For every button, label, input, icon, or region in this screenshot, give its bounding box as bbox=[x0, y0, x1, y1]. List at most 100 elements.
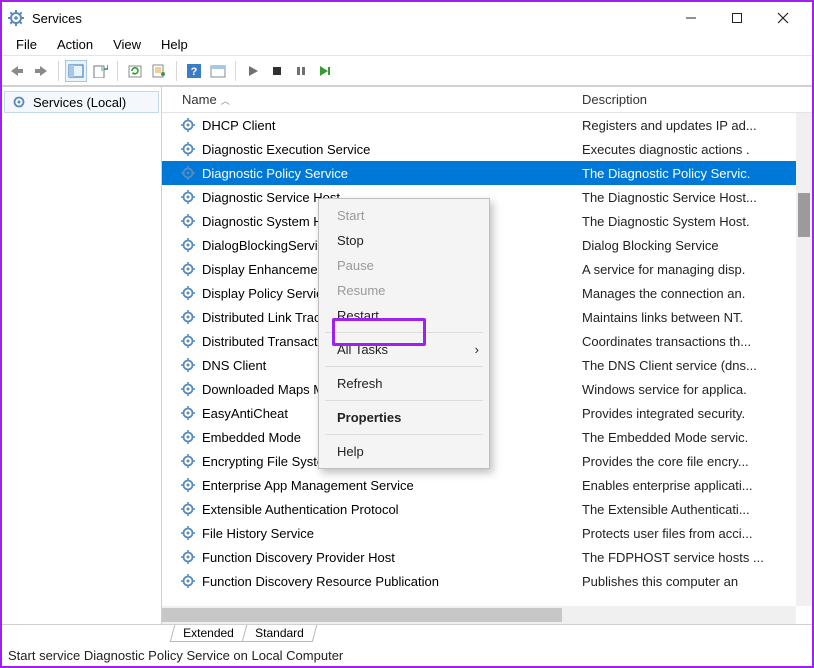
view-tabs: Extended Standard bbox=[2, 624, 812, 646]
separator-icon bbox=[117, 61, 118, 81]
horizontal-scrollbar[interactable] bbox=[162, 606, 796, 624]
minimize-button[interactable] bbox=[668, 3, 714, 33]
service-name: Enterprise App Management Service bbox=[202, 478, 414, 493]
service-name: Extensible Authentication Protocol bbox=[202, 502, 399, 517]
separator-icon bbox=[235, 61, 236, 81]
gear-icon bbox=[180, 213, 196, 229]
service-name: Embedded Mode bbox=[202, 430, 301, 445]
service-description: Registers and updates IP ad... bbox=[576, 118, 812, 133]
context-stop[interactable]: Stop bbox=[319, 228, 489, 253]
service-name: Function Discovery Provider Host bbox=[202, 550, 395, 565]
service-description: Maintains links between NT. bbox=[576, 310, 812, 325]
service-name: DHCP Client bbox=[202, 118, 275, 133]
forward-button[interactable] bbox=[30, 60, 52, 82]
gear-icon bbox=[180, 573, 196, 589]
service-row[interactable]: DHCP Client Registers and updates IP ad..… bbox=[162, 113, 812, 137]
gear-icon bbox=[180, 285, 196, 301]
start-service-button[interactable] bbox=[242, 60, 264, 82]
about-button[interactable] bbox=[207, 60, 229, 82]
gear-icon bbox=[180, 117, 196, 133]
window-controls bbox=[668, 3, 806, 33]
gear-icon bbox=[180, 477, 196, 493]
menubar: File Action View Help bbox=[2, 34, 812, 56]
gear-icon bbox=[180, 165, 196, 181]
app-gear-icon bbox=[8, 10, 24, 26]
service-description: A service for managing disp. bbox=[576, 262, 812, 277]
restart-service-button[interactable] bbox=[314, 60, 336, 82]
service-description: Protects user files from acci... bbox=[576, 526, 812, 541]
statusbar: Start service Diagnostic Policy Service … bbox=[2, 646, 812, 666]
context-help[interactable]: Help bbox=[319, 439, 489, 464]
service-description: Executes diagnostic actions . bbox=[576, 142, 812, 157]
service-name: DialogBlockingService bbox=[202, 238, 331, 253]
stop-service-button[interactable] bbox=[266, 60, 288, 82]
gear-icon bbox=[180, 381, 196, 397]
menu-file[interactable]: File bbox=[6, 35, 47, 54]
toolbar: ? bbox=[2, 56, 812, 86]
tree-item-services-local[interactable]: Services (Local) bbox=[4, 91, 159, 113]
context-menu: Start Stop Pause Resume Restart All Task… bbox=[318, 198, 490, 469]
separator-icon bbox=[325, 434, 483, 435]
gear-icon bbox=[180, 429, 196, 445]
column-description[interactable]: Description bbox=[576, 92, 812, 107]
scrollbar-thumb[interactable] bbox=[162, 608, 562, 622]
service-row[interactable]: Diagnostic Execution ServiceExecutes dia… bbox=[162, 137, 812, 161]
tree-item-label: Services (Local) bbox=[33, 95, 126, 110]
service-description: Windows service for applica. bbox=[576, 382, 812, 397]
service-description: Dialog Blocking Service bbox=[576, 238, 812, 253]
close-button[interactable] bbox=[760, 3, 806, 33]
service-row[interactable]: Diagnostic Policy Service The Diagnostic … bbox=[162, 161, 812, 185]
vertical-scrollbar[interactable] bbox=[796, 113, 812, 606]
service-row[interactable]: File History Service Protects user files … bbox=[162, 521, 812, 545]
back-button[interactable] bbox=[6, 60, 28, 82]
menu-help[interactable]: Help bbox=[151, 35, 198, 54]
maximize-button[interactable] bbox=[714, 3, 760, 33]
service-description: Provides the core file encry... bbox=[576, 454, 812, 469]
sort-caret-icon: ︿ bbox=[221, 94, 230, 107]
separator-icon bbox=[176, 61, 177, 81]
gear-icon bbox=[180, 357, 196, 373]
gear-icon bbox=[180, 549, 196, 565]
gear-icon bbox=[180, 237, 196, 253]
context-refresh[interactable]: Refresh bbox=[319, 371, 489, 396]
service-description: The Diagnostic Service Host... bbox=[576, 190, 812, 205]
service-row[interactable]: Function Discovery Provider HostThe FDPH… bbox=[162, 545, 812, 569]
menu-view[interactable]: View bbox=[103, 35, 151, 54]
tab-extended[interactable]: Extended bbox=[170, 625, 247, 642]
service-row[interactable]: Extensible Authentication Protocol The Ex… bbox=[162, 497, 812, 521]
service-description: The Diagnostic System Host. bbox=[576, 214, 812, 229]
tab-standard[interactable]: Standard bbox=[241, 625, 316, 642]
pause-service-button[interactable] bbox=[290, 60, 312, 82]
context-all-tasks[interactable]: All Tasks bbox=[319, 337, 489, 362]
status-text: Start service Diagnostic Policy Service … bbox=[8, 648, 343, 663]
show-hide-tree-button[interactable] bbox=[65, 60, 87, 82]
gear-icon bbox=[180, 525, 196, 541]
separator-icon bbox=[325, 400, 483, 401]
export-list-button[interactable] bbox=[89, 60, 111, 82]
service-name: DNS Client bbox=[202, 358, 266, 373]
help-button[interactable]: ? bbox=[183, 60, 205, 82]
list-header: Name︿ Description bbox=[162, 87, 812, 113]
service-description: The Diagnostic Policy Servic. bbox=[576, 166, 812, 181]
gear-icon bbox=[180, 141, 196, 157]
refresh-button[interactable] bbox=[124, 60, 146, 82]
service-row[interactable]: Enterprise App Management ServiceEnables… bbox=[162, 473, 812, 497]
context-restart[interactable]: Restart bbox=[319, 303, 489, 328]
context-properties[interactable]: Properties bbox=[319, 405, 489, 430]
gear-icon bbox=[180, 453, 196, 469]
window-title: Services bbox=[32, 11, 668, 26]
menu-action[interactable]: Action bbox=[47, 35, 103, 54]
context-pause: Pause bbox=[319, 253, 489, 278]
service-name: Diagnostic Policy Service bbox=[202, 166, 348, 181]
service-description: The Extensible Authenticati... bbox=[576, 502, 812, 517]
gear-icon bbox=[180, 261, 196, 277]
scrollbar-thumb[interactable] bbox=[798, 193, 810, 237]
gear-icon bbox=[180, 189, 196, 205]
service-name: File History Service bbox=[202, 526, 314, 541]
column-name[interactable]: Name︿ bbox=[176, 92, 576, 107]
properties-button[interactable] bbox=[148, 60, 170, 82]
service-row[interactable]: Function Discovery Resource PublicationP… bbox=[162, 569, 812, 593]
service-description: Publishes this computer an bbox=[576, 574, 812, 589]
service-description: Manages the connection an. bbox=[576, 286, 812, 301]
svg-text:?: ? bbox=[191, 66, 198, 78]
